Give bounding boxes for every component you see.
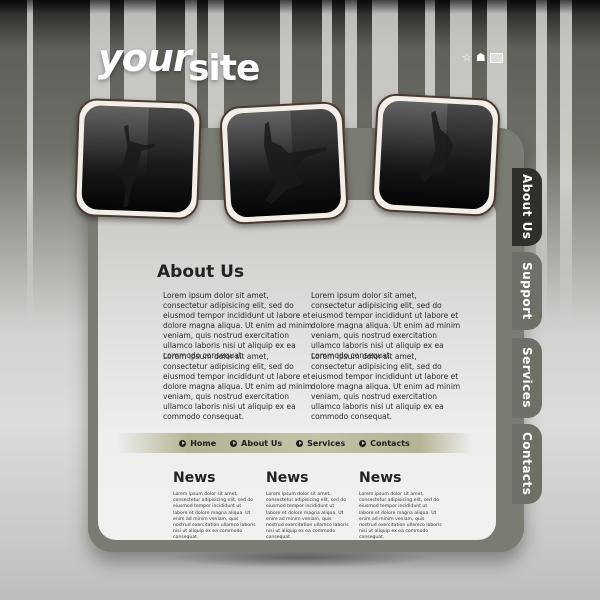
silhouette-icon [419, 110, 454, 183]
side-tab-label: About Us [520, 174, 534, 240]
logo-text-site: site [188, 48, 260, 89]
star-icon[interactable]: ☆ [462, 52, 472, 63]
about-paragraph: Lorem ipsum dolor sit amet, consectetur … [163, 291, 313, 360]
nav-home[interactable]: Home [179, 439, 216, 448]
nav-label: Home [190, 438, 217, 448]
side-tab-services[interactable]: Services [512, 338, 542, 418]
main-nav: Home About Us Services Contacts [117, 433, 472, 453]
nav-contacts[interactable]: Contacts [359, 439, 410, 448]
nav-label: About Us [241, 438, 283, 448]
about-heading: About Us [157, 262, 245, 282]
arrow-circle-icon [359, 439, 367, 447]
photo-frame-2[interactable] [218, 100, 350, 226]
about-paragraph: Lorem ipsum dolor sit amet, consectetur … [163, 352, 313, 421]
nav-label: Contacts [370, 438, 410, 448]
nav-services[interactable]: Services [296, 439, 345, 448]
side-tab-about-us[interactable]: About Us [512, 168, 542, 246]
side-tab-label: Services [520, 347, 534, 409]
side-tab-support[interactable]: Support [512, 252, 542, 330]
photo-frame-3[interactable] [370, 92, 502, 218]
news-heading: News [359, 470, 402, 486]
arrow-circle-icon [179, 439, 187, 447]
mail-icon[interactable] [489, 52, 503, 63]
header-icons: ☆ ☗ [462, 52, 503, 63]
news-text: Lorem ipsum dolor sit amet, consectetur … [173, 492, 256, 541]
news-heading: News [173, 470, 216, 486]
nav-label: Services [307, 438, 346, 448]
photo-frame-1[interactable] [73, 97, 203, 221]
side-tab-label: Contacts [520, 432, 534, 496]
about-paragraph: Lorem ipsum dolor sit amet, consectetur … [311, 352, 461, 421]
silhouette-icon [264, 121, 327, 204]
news-text: Lorem ipsum dolor sit amet, consectetur … [266, 492, 349, 541]
arrow-circle-icon [230, 439, 238, 447]
about-paragraph: Lorem ipsum dolor sit amet, consectetur … [311, 291, 461, 360]
side-tab-contacts[interactable]: Contacts [512, 424, 542, 504]
home-icon[interactable]: ☗ [476, 52, 486, 63]
news-text: Lorem ipsum dolor sit amet, consectetur … [359, 492, 442, 541]
silhouette-icon [112, 124, 156, 207]
nav-about-us[interactable]: About Us [230, 439, 282, 448]
news-heading: News [266, 470, 309, 486]
arrow-circle-icon [296, 439, 304, 447]
side-tab-label: Support [520, 262, 534, 320]
logo-text-your: your [98, 36, 192, 80]
